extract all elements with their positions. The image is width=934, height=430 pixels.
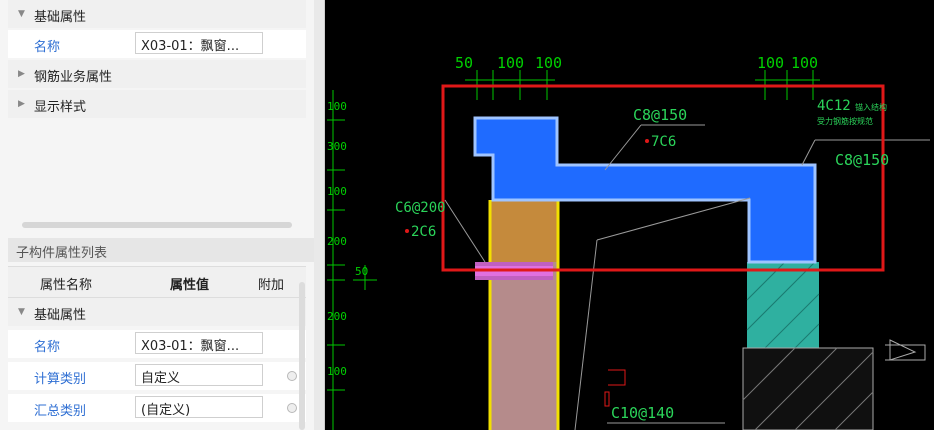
annotation-text: C6@200 [395, 200, 446, 216]
column-header-value: 属性值 [170, 278, 210, 293]
group-rebar-properties[interactable]: ▶ 钢筋业务属性 [8, 60, 306, 88]
group-basic-properties-sub[interactable]: ▼ 基础属性 [8, 298, 306, 326]
table-row: 汇总类别 (自定义) [8, 394, 306, 422]
annotation-text: C10@140 [611, 404, 674, 422]
annotation-text: C8@150 [633, 106, 687, 124]
column-header-extra: 附加 [258, 278, 285, 293]
annotation-text: C8@150 [835, 151, 889, 169]
table-row: 名称 X03-01：飘窗... [8, 330, 306, 358]
property-label: 汇总类别 [34, 404, 87, 419]
group-display-style[interactable]: ▶ 显示样式 [8, 90, 306, 118]
property-label: 计算类别 [34, 372, 87, 387]
sub-component-title: 子构件属性列表 [8, 238, 314, 262]
panel-splitter[interactable] [314, 0, 325, 430]
property-panel: ▼ 基础属性 名称 X03-01：飘窗... ▶ 钢筋业务属性 ▶ 显示样式 子… [0, 0, 315, 430]
extra-radio[interactable] [287, 403, 297, 413]
dim-text: 300 [327, 140, 347, 153]
dim-text: 100 [791, 54, 818, 72]
property-value-field[interactable]: X03-01：飘窗... [135, 332, 263, 354]
group-label: 钢筋业务属性 [34, 70, 113, 85]
property-label: 名称 [34, 40, 61, 55]
property-value-field[interactable]: X03-01：飘窗... [135, 32, 263, 54]
dim-text: 100 [327, 100, 347, 113]
column-header-name: 属性名称 [40, 278, 93, 293]
group-label: 基础属性 [34, 308, 87, 323]
group-label: 基础属性 [34, 10, 87, 25]
cad-svg: 50 100 100 100 100 100 300 100 200 50 20… [327, 54, 930, 430]
property-value-field[interactable]: (自定义) [135, 396, 263, 418]
expand-triangle-icon[interactable]: ▶ [18, 99, 25, 109]
annotation-note: 锚入结构 [855, 102, 887, 112]
dim-text: 100 [757, 54, 784, 72]
horizontal-scrollbar[interactable] [22, 222, 292, 228]
vertical-scrollbar[interactable] [299, 282, 305, 430]
property-value-field[interactable]: 自定义 [135, 364, 263, 386]
annotation-note: 受力钢筋按规范 [817, 116, 873, 126]
dim-text: 200 [327, 310, 347, 323]
dim-text: 200 [327, 235, 347, 248]
dim-text: 100 [327, 365, 347, 378]
annotation-text: 4C12 [817, 98, 851, 114]
dim-text: 50 [355, 265, 368, 278]
collapse-triangle-icon[interactable]: ▼ [18, 307, 25, 317]
collapse-triangle-icon[interactable]: ▼ [18, 9, 25, 19]
property-label: 名称 [34, 340, 61, 355]
table-row: 计算类别 自定义 [8, 362, 306, 390]
dim-text: 100 [327, 185, 347, 198]
group-basic-properties[interactable]: ▼ 基础属性 [8, 0, 306, 28]
cad-drawing-canvas[interactable]: 50 100 100 100 100 100 300 100 200 50 20… [325, 0, 934, 430]
dim-text: 100 [535, 54, 562, 72]
table-header: 属性名称 属性值 附加 [8, 266, 306, 298]
property-row-name: 名称 X03-01：飘窗... [8, 30, 306, 58]
group-label: 显示样式 [34, 100, 87, 115]
annotation-text: 2C6 [411, 224, 436, 240]
extra-radio[interactable] [287, 371, 297, 381]
annotation-text: 7C6 [651, 134, 676, 150]
dim-text: 100 [497, 54, 524, 72]
dim-text: 50 [455, 54, 473, 72]
expand-triangle-icon[interactable]: ▶ [18, 69, 25, 79]
